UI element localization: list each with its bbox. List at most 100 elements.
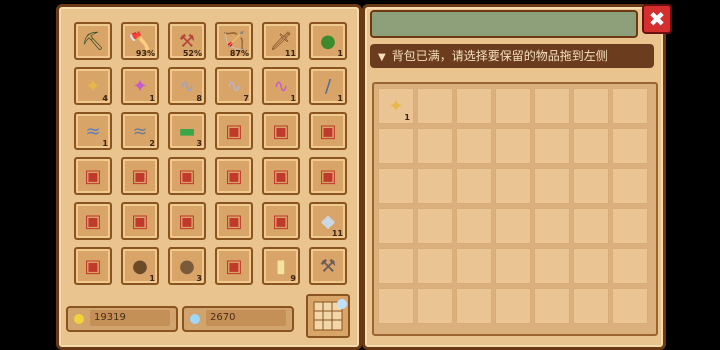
backpack-slot[interactable] — [612, 288, 648, 324]
triangle-down-icon: ▼ — [378, 52, 386, 63]
backpack-slot[interactable] — [378, 128, 414, 164]
inventory-slot[interactable]: /1 — [309, 67, 347, 105]
inventory-slot[interactable]: ▣ — [74, 202, 112, 240]
close-button[interactable]: ✖ — [642, 4, 672, 34]
inventory-slot[interactable]: ◆ 11 — [309, 202, 347, 240]
backpack-slot[interactable] — [417, 248, 453, 284]
backpack-slot[interactable] — [573, 288, 609, 324]
inventory-slot[interactable]: ▣ — [215, 202, 253, 240]
backpack-slot[interactable] — [534, 288, 570, 324]
backpack-slot[interactable] — [495, 168, 531, 204]
inventory-slot[interactable]: ▣ — [121, 157, 159, 195]
inventory-slot[interactable]: ⛏ — [74, 22, 112, 60]
backpack-slot[interactable] — [417, 168, 453, 204]
backpack-slot[interactable] — [534, 88, 570, 124]
item-count: 8 — [196, 94, 202, 103]
backpack-slot[interactable] — [495, 248, 531, 284]
backpack-slot[interactable] — [612, 208, 648, 244]
chest-icon: ▣ — [319, 165, 337, 187]
backpack-slot[interactable] — [456, 168, 492, 204]
backpack-slot[interactable] — [495, 88, 531, 124]
inventory-slot[interactable]: ▮ 9 — [262, 247, 300, 285]
backpack-slot[interactable] — [534, 168, 570, 204]
backpack-slot[interactable] — [573, 248, 609, 284]
inventory-slot[interactable]: ✦ 1 — [121, 67, 159, 105]
inventory-slot[interactable]: ▣ — [309, 157, 347, 195]
inventory-slot[interactable]: ● 3 — [168, 247, 206, 285]
inventory-slot[interactable]: ▣ — [215, 157, 253, 195]
chest-icon: ▣ — [225, 210, 243, 232]
inventory-slot[interactable]: 🏹 87% — [215, 22, 253, 60]
backpack-slot[interactable] — [417, 88, 453, 124]
backpack-slot[interactable] — [534, 248, 570, 284]
item-count: 11 — [284, 49, 296, 58]
backpack-slot[interactable] — [534, 208, 570, 244]
backpack-slot[interactable] — [417, 288, 453, 324]
inventory-slot[interactable]: 🗡 11 — [262, 22, 300, 60]
backpack-slot[interactable] — [612, 168, 648, 204]
backpack-slot[interactable] — [417, 208, 453, 244]
chest-icon: ▣ — [225, 255, 243, 277]
backpack-slot[interactable] — [378, 288, 414, 324]
inventory-slot[interactable]: ▣ — [74, 247, 112, 285]
backpack-slot[interactable] — [612, 248, 648, 284]
item-count: 1 — [290, 94, 296, 103]
grid-icon — [313, 299, 347, 331]
backpack-slot[interactable] — [495, 208, 531, 244]
inventory-slot[interactable]: ▣ — [215, 112, 253, 150]
chest-icon: ▣ — [178, 165, 196, 187]
inventory-slot[interactable]: ▣ — [168, 157, 206, 195]
backpack-slot[interactable] — [573, 208, 609, 244]
backpack-slot[interactable] — [573, 128, 609, 164]
inventory-slot[interactable]: ▬ 3 — [168, 112, 206, 150]
item-count: 52% — [182, 49, 202, 58]
backpack-slot[interactable] — [573, 168, 609, 204]
backpack-slot[interactable] — [456, 88, 492, 124]
inventory-slot[interactable]: ∿ 1 — [262, 67, 300, 105]
backpack-slot[interactable] — [378, 248, 414, 284]
inventory-slot[interactable]: ∿ 8 — [168, 67, 206, 105]
inventory-slot[interactable]: ⚒ — [309, 247, 347, 285]
backpack-slot[interactable] — [417, 128, 453, 164]
inventory-slot[interactable]: ● 1 — [309, 22, 347, 60]
grid-toggle-button[interactable] — [306, 294, 350, 338]
item-count: 7 — [243, 94, 249, 103]
backpack-slot[interactable] — [456, 248, 492, 284]
backpack-slot[interactable] — [456, 288, 492, 324]
chest-icon: ▣ — [272, 120, 290, 142]
inventory-slot[interactable]: ▣ — [121, 202, 159, 240]
inventory-slot[interactable]: ✦ 4 — [74, 67, 112, 105]
inventory-slot[interactable]: ▣ — [309, 112, 347, 150]
backpack-slot[interactable] — [456, 128, 492, 164]
inventory-slot[interactable]: ▣ — [262, 157, 300, 195]
backpack-slot[interactable] — [378, 168, 414, 204]
inventory-slot[interactable]: ▣ — [262, 112, 300, 150]
backpack-slot[interactable] — [495, 128, 531, 164]
gold-display: 19319 — [66, 306, 178, 332]
backpack-slot[interactable] — [495, 288, 531, 324]
backpack-slot[interactable] — [612, 88, 648, 124]
backpack-slot[interactable]: ✦ 1 — [378, 88, 414, 124]
inventory-slot[interactable]: ∿ 7 — [215, 67, 253, 105]
backpack-slot[interactable] — [612, 128, 648, 164]
gold-amount: 19319 — [90, 310, 170, 326]
item-count: 1 — [404, 113, 410, 122]
backpack-slot[interactable] — [573, 88, 609, 124]
inventory-slot[interactable]: ⚒ 52% — [168, 22, 206, 60]
chest-icon: ▣ — [178, 210, 196, 232]
inventory-slot[interactable]: ≈1 — [74, 112, 112, 150]
inventory-slot[interactable]: ▣ — [168, 202, 206, 240]
chest-icon: ▣ — [319, 120, 337, 142]
backpack-slot[interactable] — [534, 128, 570, 164]
inventory-slot[interactable]: 🪓 93% — [121, 22, 159, 60]
chest-icon: ▣ — [84, 165, 102, 187]
gem-icon — [190, 314, 200, 324]
item-count: 3 — [196, 139, 202, 148]
inventory-slot[interactable]: ● 1 — [121, 247, 159, 285]
inventory-slot[interactable]: ≈2 — [121, 112, 159, 150]
inventory-slot[interactable]: ▣ — [74, 157, 112, 195]
backpack-slot[interactable] — [456, 208, 492, 244]
inventory-slot[interactable]: ▣ — [262, 202, 300, 240]
inventory-slot[interactable]: ▣ — [215, 247, 253, 285]
backpack-slot[interactable] — [378, 208, 414, 244]
